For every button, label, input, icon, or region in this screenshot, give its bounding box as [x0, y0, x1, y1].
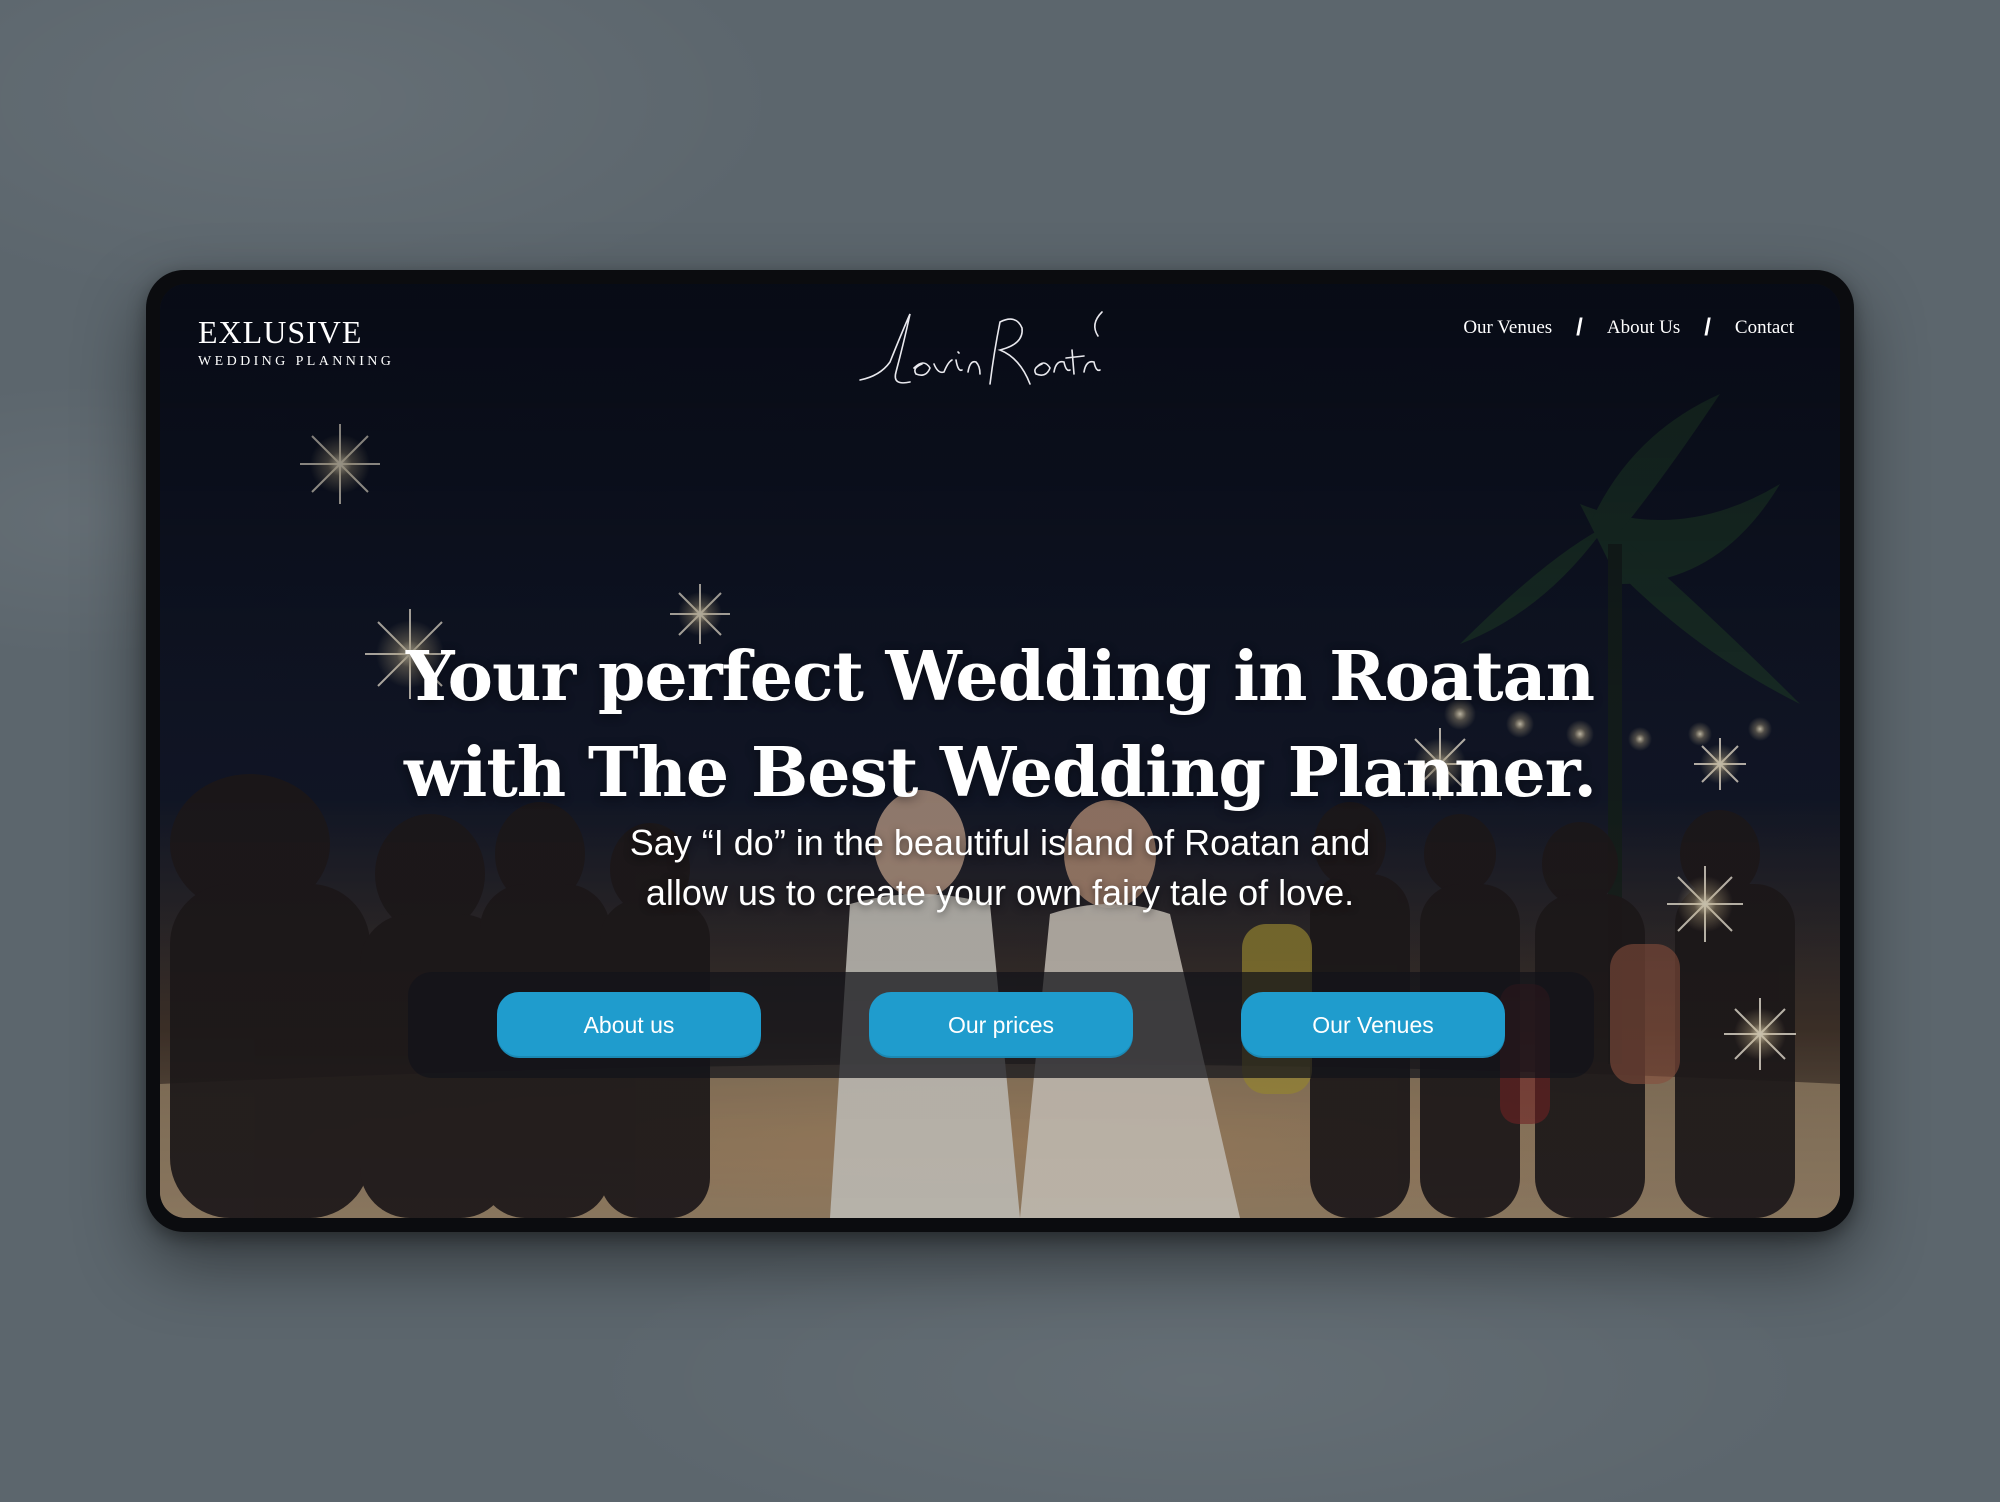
laptop-mockup-frame: EXLUSIVE WEDDING PLANNING Our Venues / A…	[146, 270, 1854, 1232]
nav-separator: /	[1704, 314, 1711, 341]
main-navigation: Our Venues / About Us / Contact	[1463, 314, 1794, 342]
nav-link-about-us[interactable]: About Us	[1607, 317, 1680, 339]
website-screen: EXLUSIVE WEDDING PLANNING Our Venues / A…	[160, 284, 1840, 1218]
about-us-button[interactable]: About us	[497, 992, 761, 1058]
our-prices-button[interactable]: Our prices	[869, 992, 1133, 1058]
nav-link-contact[interactable]: Contact	[1735, 317, 1794, 339]
hero-subtitle-line-1: Say “I do” in the beautiful island of Ro…	[629, 822, 1371, 863]
hero-subtitle-line-2: allow us to create your own fairy tale o…	[645, 872, 1355, 913]
brand-logo[interactable]: EXLUSIVE WEDDING PLANNING	[198, 314, 394, 370]
hero-headline-line-2: with The Best Wedding Planner.	[403, 733, 1597, 813]
hero-subtitle: Say “I do” in the beautiful island of Ro…	[160, 818, 1840, 918]
nav-link-our-venues[interactable]: Our Venues	[1463, 317, 1552, 339]
hero-headline-line-1: Your perfect Wedding in Roatan	[405, 637, 1595, 717]
nav-separator: /	[1576, 314, 1583, 341]
cta-button-bar: About us Our prices Our Venues	[408, 972, 1594, 1078]
brand-subtitle: WEDDING PLANNING	[198, 354, 395, 369]
brand-title: EXLUSIVE	[198, 314, 363, 350]
our-venues-button[interactable]: Our Venues	[1241, 992, 1505, 1058]
lovinroatan-script-logo[interactable]	[840, 302, 1110, 398]
hero-headline: Your perfect Wedding in Roatan with The …	[160, 629, 1840, 821]
